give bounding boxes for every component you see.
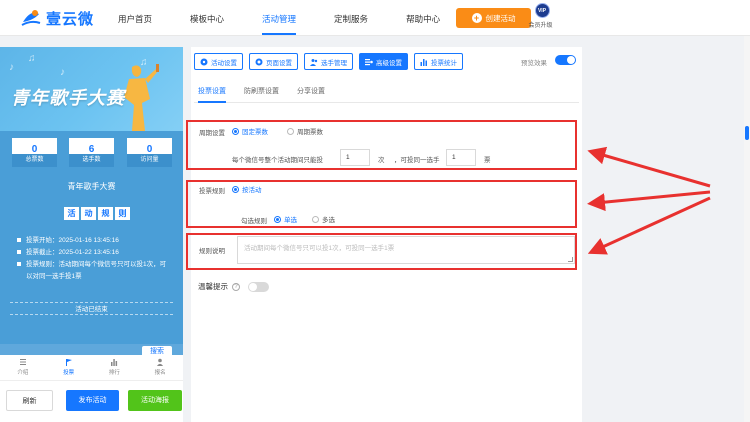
rules-heading-char: 动	[81, 207, 96, 220]
stat-total-votes-label: 总票数	[12, 154, 57, 167]
votes-unit: 票	[484, 157, 491, 164]
music-note-icon: ♫	[28, 53, 36, 64]
question-icon[interactable]: ?	[232, 282, 240, 291]
contestant-management-button[interactable]: 选手管理	[304, 53, 353, 70]
rule-description-placeholder: 活动期间每个微信号只可以投1次，可投同一选手1票	[244, 245, 395, 252]
mobile-preview: ♪ ♫ ♪ ♫ 青年歌手大赛 0 6 0 总票数 选手数 访问量 青年歌手大赛 …	[0, 47, 183, 422]
nav-activity-management[interactable]: 活动管理	[262, 13, 297, 35]
rule-end: 投票截止：2025-01-22 13:45:16	[17, 246, 119, 256]
create-activity-label: 创建活动	[485, 13, 516, 23]
vip-upgrade[interactable]: VIP 会员升级	[528, 3, 554, 29]
tab-signup[interactable]: 报名	[137, 355, 183, 380]
total-votes-input[interactable]: 1	[340, 149, 370, 166]
activity-settings-button[interactable]: 活动设置	[194, 53, 243, 70]
tab-vote[interactable]: 投票	[46, 355, 92, 380]
rule-description-label: 规则说明	[199, 248, 225, 255]
logo-icon	[21, 10, 41, 26]
plus-icon: +	[471, 13, 482, 23]
resize-handle-icon[interactable]	[568, 257, 573, 262]
activity-ended-label: 活动已结束	[10, 302, 173, 315]
event-name: 青年歌手大赛	[67, 182, 116, 191]
main-nav: 用户首页 模板中心 活动管理 定制服务 帮助中心	[118, 13, 478, 35]
rule-start: 投票开始：2025-01-16 13:45:16	[17, 234, 119, 244]
preview-title: 青年歌手大赛	[11, 88, 125, 109]
create-activity-button[interactable]: + 创建活动	[456, 8, 531, 28]
check-rule-label: 勾选规则	[241, 218, 267, 225]
cycle-votes-radio[interactable]: 周期票数	[287, 126, 323, 136]
by-activity-radio[interactable]: 按活动	[232, 184, 262, 194]
vip-icon: VIP	[534, 3, 550, 18]
settings-subtabs: 投票设置 防刷票设置 分享设置	[194, 86, 579, 103]
user-icon	[157, 358, 164, 366]
multi-choice-radio[interactable]: 多选	[312, 214, 335, 224]
vip-label: 会员升级	[528, 23, 553, 29]
activity-poster-button[interactable]: 活动海报	[128, 390, 182, 411]
same-contestant-text: ，可投同一选手	[394, 157, 440, 164]
rule-text-cont: 以对同一选手投1票	[26, 273, 82, 280]
page-settings-button[interactable]: 页面设置	[249, 53, 298, 70]
publish-activity-button[interactable]: 发布活动	[66, 390, 119, 411]
warm-tip-toggle[interactable]	[248, 282, 269, 292]
period-description: 每个微信号整个活动期间只能投	[232, 157, 323, 164]
tab-ranking[interactable]: 排行	[92, 355, 138, 380]
preview-effect-toggle[interactable]	[555, 55, 576, 65]
voting-rule-label: 投票规则	[199, 188, 225, 195]
advanced-icon	[365, 58, 373, 65]
warm-tip-label: 温馨提示	[198, 282, 228, 291]
scrollbar-thumb[interactable]	[745, 126, 749, 140]
editor-toolbar: 活动设置 页面设置 选手管理 高级设置 投票统计	[194, 53, 463, 70]
times-unit: 次	[378, 157, 385, 164]
rule-description-section: 规则说明 活动期间每个微信号只可以投1次，可投同一选手1票	[194, 235, 579, 267]
rule-description-textarea[interactable]: 活动期间每个微信号只可以投1次，可投同一选手1票	[237, 236, 575, 264]
top-navigation-bar: 壹云微 用户首页 模板中心 活动管理 定制服务 帮助中心 + 创建活动 VIP …	[0, 0, 750, 36]
bar-chart-icon	[111, 359, 118, 366]
tab-anti-cheat-settings[interactable]: 防刷票设置	[244, 86, 279, 102]
nav-template-center[interactable]: 模板中心	[190, 13, 224, 35]
nav-user-home[interactable]: 用户首页	[118, 13, 152, 35]
chart-icon	[420, 58, 427, 66]
preview-stats-panel: 0 6 0 总票数 选手数 访问量 青年歌手大赛 活 动 规 则 投票开始：20…	[0, 131, 183, 360]
annotation-arrows	[587, 146, 711, 255]
preview-banner: ♪ ♫ ♪ ♫ 青年歌手大赛	[0, 47, 183, 131]
logo-text: 壹云微	[46, 10, 95, 28]
rules-heading: 活 动 规 则	[64, 207, 130, 220]
users-icon	[310, 58, 318, 66]
flag-icon	[65, 359, 72, 366]
logo[interactable]: 壹云微	[20, 7, 94, 29]
preview-effect-label: 预览效果	[521, 60, 547, 67]
single-choice-radio[interactable]: 单选	[274, 214, 297, 224]
refresh-button[interactable]: 刷新	[6, 390, 53, 411]
rules-heading-char: 则	[115, 207, 130, 220]
tab-share-settings[interactable]: 分享设置	[297, 86, 325, 102]
tab-vote-settings[interactable]: 投票设置	[198, 86, 226, 103]
tab-intro[interactable]: 介绍	[0, 355, 46, 380]
nav-help-center[interactable]: 帮助中心	[406, 13, 440, 35]
music-note-icon: ♪	[60, 67, 65, 78]
per-contestant-input[interactable]: 1	[446, 149, 476, 166]
preview-tabbar: 介绍 投票 排行 报名	[0, 355, 183, 381]
voting-rule-section: 投票规则 按活动 勾选规则 单选 多选	[194, 181, 579, 225]
settings-icon	[200, 58, 208, 65]
rule-text: 投票规则：活动期间每个微信号只可以投1次，可	[17, 258, 166, 268]
period-settings-section: 周期设置 固定票数 周期票数 每个微信号整个活动期间只能投 1 次 ，可投同一选…	[194, 121, 579, 169]
settings-editor: 活动设置 页面设置 选手管理 高级设置 投票统计 预览效果 投票设置 防刷票设置…	[191, 47, 582, 422]
list-icon	[19, 359, 26, 365]
nav-custom-service[interactable]: 定制服务	[334, 13, 368, 35]
rules-heading-char: 规	[98, 207, 113, 220]
stat-visits-label: 访问量	[127, 154, 172, 167]
rules-heading-char: 活	[64, 207, 79, 220]
warm-tip-row: 温馨提示 ?	[198, 281, 240, 292]
fixed-votes-radio[interactable]: 固定票数	[232, 126, 268, 136]
music-note-icon: ♪	[9, 62, 14, 73]
preview-action-buttons: 刷新 发布活动 活动海报	[0, 390, 183, 412]
stat-contestants-label: 选手数	[69, 154, 114, 167]
gear-icon	[255, 58, 263, 65]
page-scrollbar[interactable]	[744, 36, 750, 422]
advanced-settings-button[interactable]: 高级设置	[359, 53, 408, 70]
vote-statistics-button[interactable]: 投票统计	[414, 53, 463, 70]
period-settings-label: 周期设置	[199, 130, 225, 137]
